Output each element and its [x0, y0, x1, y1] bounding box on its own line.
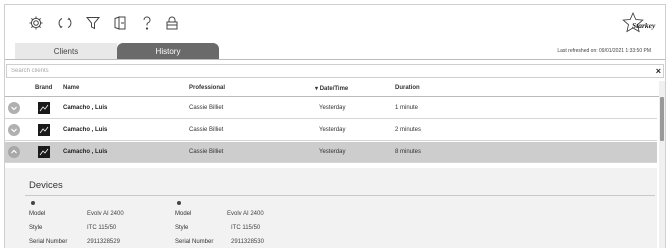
lock-icon[interactable] [163, 14, 181, 32]
exit-icon[interactable] [111, 14, 129, 32]
toolbar: Starkey [5, 5, 665, 43]
style-value: ITC 115/50 [231, 225, 261, 231]
model-value: Evolv AI 2400 [87, 211, 124, 217]
search-input[interactable] [7, 65, 637, 77]
column-brand[interactable]: Brand [35, 85, 52, 91]
client-name: Camacho , Luis [63, 127, 108, 133]
datetime-value: Yesterday [319, 127, 346, 133]
table-row-selected[interactable]: Camacho , Luis Cassie Billiet Yesterday … [5, 142, 657, 163]
style-value: ITC 115/50 [87, 225, 117, 231]
serial-label: Serial Number [175, 239, 214, 245]
client-name: Camacho , Luis [63, 149, 108, 155]
sync-icon[interactable] [56, 14, 74, 32]
help-icon[interactable] [138, 14, 156, 32]
last-refreshed: Last refreshed on: 09/01/2021 1:33:50 PM [557, 48, 651, 54]
datetime-value: Yesterday [319, 149, 346, 155]
table-row[interactable]: Camacho , Luis Cassie Billiet Yesterday … [5, 120, 657, 141]
duration-value: 2 minutes [395, 127, 422, 133]
expand-chevron-icon[interactable] [8, 124, 20, 136]
serial-value: 2911328529 [87, 239, 120, 245]
app-window: Starkey Clients History Last refreshed o… [4, 4, 666, 248]
datetime-value: Yesterday [319, 105, 346, 111]
style-label: Style [29, 225, 43, 231]
table-header: Brand Name Professional ▾ Date/Time Dura… [5, 81, 665, 97]
duration-value: 8 minutes [395, 149, 422, 155]
expand-chevron-icon[interactable] [8, 102, 20, 114]
search-bar: × [6, 64, 664, 78]
brand-icon [38, 146, 50, 158]
tab-clients[interactable]: Clients [15, 43, 117, 59]
device-bullet-icon [177, 201, 181, 205]
column-name[interactable]: Name [63, 85, 79, 91]
professional-name: Cassie Billiet [189, 127, 224, 133]
style-label: Style [175, 225, 189, 231]
devices-title: Devices [29, 180, 63, 191]
column-datetime[interactable]: ▾ Date/Time [315, 85, 348, 92]
column-duration[interactable]: Duration [395, 85, 420, 91]
professional-name: Cassie Billiet [189, 149, 224, 155]
clear-search-button[interactable]: × [656, 65, 661, 77]
svg-text:Starkey: Starkey [632, 21, 656, 30]
scrollbar-thumb[interactable] [660, 97, 664, 141]
devices-divider [25, 195, 655, 196]
device-bullet-icon [31, 201, 35, 205]
column-datetime-label: Date/Time [319, 86, 349, 92]
brand-icon [38, 124, 50, 136]
serial-label: Serial Number [29, 239, 68, 245]
client-name: Camacho , Luis [63, 105, 108, 111]
model-label: Model [29, 211, 46, 217]
tab-clients-label: Clients [53, 46, 79, 56]
column-professional[interactable]: Professional [189, 85, 225, 91]
collapse-chevron-icon[interactable] [8, 146, 20, 158]
model-value: Evolv AI 2400 [227, 211, 264, 217]
vertical-scrollbar[interactable] [659, 81, 665, 248]
filter-icon[interactable] [84, 14, 102, 32]
tab-history-label: History [155, 46, 181, 56]
model-label: Model [175, 211, 192, 217]
duration-value: 1 minute [395, 105, 419, 111]
tab-history[interactable]: History [117, 43, 219, 59]
table-row[interactable]: Camacho , Luis Cassie Billiet Yesterday … [5, 98, 657, 119]
brand-icon [38, 102, 50, 114]
professional-name: Cassie Billiet [189, 105, 224, 111]
tab-divider [5, 59, 665, 60]
devices-panel: Devices Model Evolv AI 2400 Style ITC 11… [5, 168, 657, 248]
settings-icon[interactable] [27, 14, 45, 32]
serial-value: 2911328530 [231, 239, 264, 245]
starkey-logo: Starkey [621, 11, 657, 37]
